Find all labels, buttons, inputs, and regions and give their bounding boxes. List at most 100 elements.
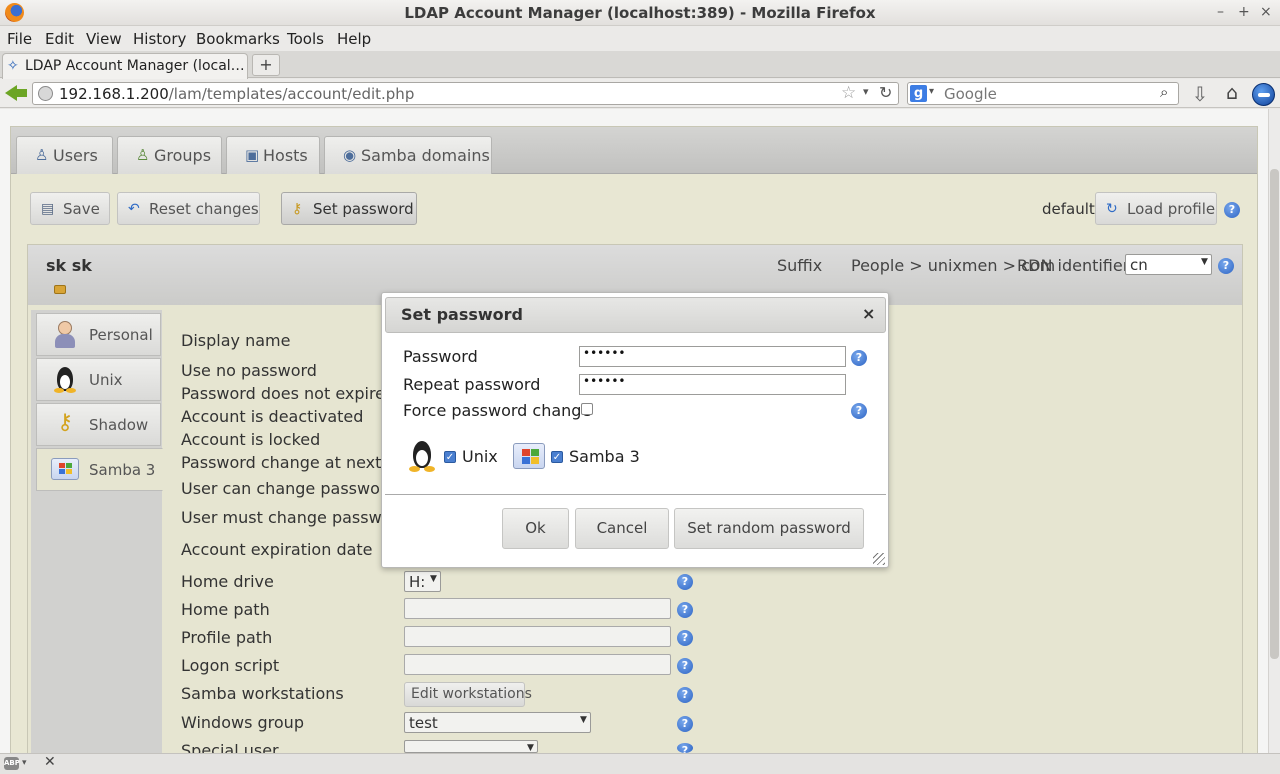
- help-icon[interactable]: ?: [677, 743, 693, 753]
- browser-tab-label: LDAP Account Manager (local…: [25, 58, 245, 74]
- samba-domains-icon: ◉: [343, 146, 357, 164]
- force-password-change-checkbox[interactable]: [581, 403, 593, 415]
- tab-groups[interactable]: ♙ Groups: [117, 136, 222, 174]
- dialog-divider: [385, 494, 886, 495]
- minimize-button[interactable]: –: [1217, 4, 1224, 20]
- tab-users-label: Users: [53, 146, 98, 165]
- users-icon: ♙: [35, 146, 49, 164]
- special-user-select[interactable]: ▼: [404, 740, 538, 753]
- help-icon[interactable]: ?: [851, 350, 867, 366]
- home-icon[interactable]: ⌂: [1220, 82, 1244, 106]
- set-random-password-button[interactable]: Set random password: [674, 508, 864, 549]
- reset-icon: ↶: [128, 201, 140, 217]
- browser-tab-lam[interactable]: ✧ LDAP Account Manager (local…: [2, 53, 248, 79]
- maximize-button[interactable]: +: [1238, 4, 1250, 20]
- samba3-module-label: Samba 3: [569, 447, 640, 466]
- chevron-down-icon: ▼: [527, 743, 534, 753]
- menu-help[interactable]: Help: [337, 30, 371, 48]
- set-password-button[interactable]: ⚷ Set password: [281, 192, 417, 225]
- profile-path-input[interactable]: [404, 626, 671, 647]
- dialog-resize-grip[interactable]: [873, 553, 885, 565]
- url-history-dropdown-icon[interactable]: ▾: [863, 85, 869, 98]
- help-icon[interactable]: ?: [677, 574, 693, 590]
- search-engine-dropdown-icon[interactable]: ▾: [929, 86, 934, 97]
- repeat-password-field[interactable]: ••••••: [579, 374, 846, 395]
- password-field[interactable]: ••••••: [579, 346, 846, 367]
- reset-changes-button[interactable]: ↶ Reset changes: [117, 192, 260, 225]
- repeat-password-label: Repeat password: [403, 375, 541, 394]
- label-password-change-next-login: Password change at next log: [181, 453, 381, 472]
- help-icon[interactable]: ?: [1218, 258, 1234, 274]
- label-logon-script: Logon script: [181, 656, 280, 675]
- account-title: sk sk: [46, 256, 92, 275]
- cancel-button[interactable]: Cancel: [575, 508, 669, 549]
- help-icon[interactable]: ?: [677, 716, 693, 732]
- unix-module-checkbox[interactable]: ✓: [444, 451, 456, 463]
- menu-bar: File Edit View History Bookmarks Tools H…: [0, 26, 1280, 51]
- suffix-label: Suffix: [777, 256, 823, 275]
- addon-toolbar-icon[interactable]: [1252, 83, 1275, 106]
- help-icon[interactable]: ?: [1224, 202, 1240, 218]
- bookmark-star-icon[interactable]: ☆: [841, 83, 856, 103]
- key-icon: ⚷: [292, 201, 303, 217]
- ok-button[interactable]: Ok: [502, 508, 569, 549]
- status-bar: [0, 753, 1280, 774]
- chevron-down-icon: ▼: [1201, 257, 1208, 267]
- help-icon[interactable]: ?: [677, 630, 693, 646]
- search-placeholder[interactable]: Google: [944, 85, 997, 103]
- url-bar[interactable]: 192.168.1.200/lam/templates/account/edit…: [32, 82, 899, 105]
- help-icon[interactable]: ?: [677, 687, 693, 703]
- save-button[interactable]: ▤ Save: [30, 192, 110, 225]
- back-button[interactable]: [3, 82, 29, 104]
- tab-samba-domains[interactable]: ◉ Samba domains: [324, 136, 492, 174]
- edit-workstations-button[interactable]: Edit workstations: [404, 682, 532, 707]
- tux-icon: [51, 365, 79, 393]
- chevron-down-icon: ▼: [430, 574, 437, 584]
- profile-name: default: [1042, 200, 1095, 218]
- sidetab-shadow[interactable]: ⚷ Shadow: [36, 403, 161, 446]
- url-text[interactable]: 192.168.1.200/lam/templates/account/edit…: [59, 85, 414, 103]
- tab-users[interactable]: ♙ Users: [16, 136, 113, 174]
- new-tab-button[interactable]: +: [252, 54, 280, 76]
- help-icon[interactable]: ?: [677, 602, 693, 618]
- hosts-icon: ▣: [245, 146, 260, 164]
- samba3-module-checkbox[interactable]: ✓: [551, 451, 563, 463]
- chevron-down-icon: ▼: [580, 715, 587, 725]
- scrollbar-thumb[interactable]: [1270, 169, 1279, 659]
- adblock-icon[interactable]: ABP: [4, 757, 20, 770]
- home-drive-select[interactable]: H: ▼: [404, 571, 441, 592]
- rdn-identifier-select[interactable]: cn ▼: [1125, 254, 1212, 275]
- sidetab-personal[interactable]: Personal: [36, 313, 161, 356]
- home-path-input[interactable]: [404, 598, 671, 619]
- sidetab-samba3[interactable]: Samba 3: [36, 448, 163, 491]
- menu-tools[interactable]: Tools: [287, 30, 324, 48]
- page-scrollbar[interactable]: [1268, 109, 1280, 753]
- downloads-icon[interactable]: ⇩: [1188, 82, 1212, 106]
- dialog-title: Set password: [401, 305, 524, 324]
- site-identity-icon[interactable]: [38, 86, 53, 101]
- logon-script-input[interactable]: [404, 654, 671, 675]
- menu-history[interactable]: History: [133, 30, 186, 48]
- help-icon[interactable]: ?: [851, 403, 867, 419]
- close-window-button[interactable]: ×: [1260, 4, 1272, 20]
- label-profile-path: Profile path: [181, 628, 273, 647]
- search-icon[interactable]: ⌕: [1160, 83, 1168, 101]
- menu-edit[interactable]: Edit: [45, 30, 74, 48]
- dialog-close-button[interactable]: ×: [862, 304, 875, 323]
- close-icon[interactable]: ✕: [44, 754, 56, 770]
- label-password-does-not-expire: Password does not expire: [181, 384, 386, 403]
- load-profile-button[interactable]: ↻ Load profile: [1095, 192, 1217, 225]
- tab-hosts[interactable]: ▣ Hosts: [226, 136, 320, 174]
- reload-icon[interactable]: ↻: [879, 83, 892, 102]
- search-bar[interactable]: g ▾ Google ⌕: [907, 82, 1179, 105]
- google-engine-icon[interactable]: g: [910, 85, 927, 102]
- menu-file[interactable]: File: [7, 30, 32, 48]
- sidetab-unix[interactable]: Unix: [36, 358, 161, 401]
- label-windows-group: Windows group: [181, 713, 304, 732]
- help-icon[interactable]: ?: [677, 658, 693, 674]
- windows-group-select[interactable]: test ▼: [404, 712, 591, 733]
- menu-bookmarks[interactable]: Bookmarks: [196, 30, 280, 48]
- adblock-dropdown-icon[interactable]: ▾: [22, 758, 27, 768]
- key-icon: ⚷: [56, 410, 74, 435]
- menu-view[interactable]: View: [86, 30, 122, 48]
